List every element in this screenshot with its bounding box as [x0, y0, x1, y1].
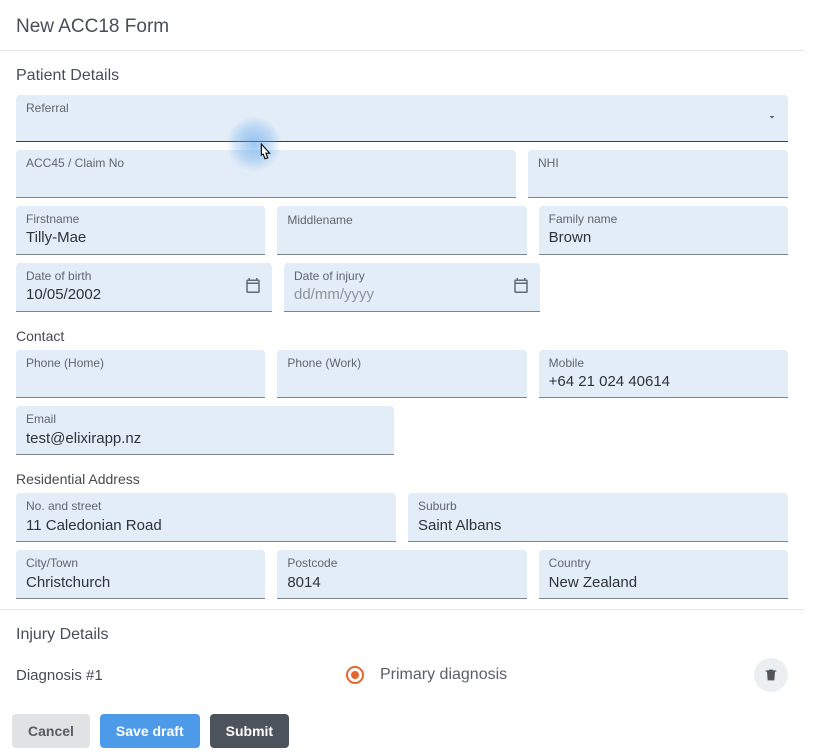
- calendar-icon: [512, 276, 530, 297]
- nhi-field[interactable]: NHI: [528, 150, 788, 197]
- referral-label: Referral: [26, 101, 778, 115]
- email-label: Email: [26, 412, 384, 426]
- cancel-button[interactable]: Cancel: [12, 714, 90, 748]
- acc45-value: [26, 173, 506, 191]
- primary-diagnosis-radio[interactable]: [346, 666, 364, 684]
- street-value: 11 Caledonian Road: [26, 516, 386, 536]
- email-value: test@elixirapp.nz: [26, 429, 384, 449]
- dob-field[interactable]: Date of birth 10/05/2002: [16, 263, 272, 312]
- email-field[interactable]: Email test@elixirapp.nz: [16, 406, 394, 455]
- doi-label: Date of injury: [294, 269, 530, 283]
- submit-button[interactable]: Submit: [210, 714, 289, 748]
- postcode-label: Postcode: [287, 556, 516, 570]
- delete-diagnosis-button[interactable]: [754, 658, 788, 692]
- familyname-value: Brown: [549, 228, 778, 248]
- footer-actions: Cancel Save draft Submit: [0, 706, 804, 756]
- street-label: No. and street: [26, 499, 386, 513]
- country-label: Country: [549, 556, 778, 570]
- section-injury-details: Injury Details: [16, 610, 788, 654]
- street-field[interactable]: No. and street 11 Caledonian Road: [16, 493, 396, 542]
- acc45-field[interactable]: ACC45 / Claim No: [16, 150, 516, 197]
- phone-work-field[interactable]: Phone (Work): [277, 350, 526, 399]
- primary-diagnosis-label: Primary diagnosis: [380, 666, 507, 684]
- suburb-label: Suburb: [418, 499, 778, 513]
- middlename-value: [287, 229, 516, 247]
- phone-work-value: [287, 373, 516, 391]
- familyname-label: Family name: [549, 212, 778, 226]
- trash-icon: [763, 667, 779, 683]
- firstname-field[interactable]: Firstname Tilly-Mae: [16, 206, 265, 255]
- referral-dropdown[interactable]: Referral: [16, 95, 788, 142]
- familyname-field[interactable]: Family name Brown: [539, 206, 788, 255]
- mobile-value: +64 21 024 40614: [549, 372, 778, 392]
- phone-home-label: Phone (Home): [26, 356, 255, 370]
- firstname-label: Firstname: [26, 212, 255, 226]
- mobile-field[interactable]: Mobile +64 21 024 40614: [539, 350, 788, 399]
- middlename-label: Middlename: [287, 213, 516, 227]
- referral-value: [26, 117, 778, 135]
- phone-work-label: Phone (Work): [287, 356, 516, 370]
- suburb-field[interactable]: Suburb Saint Albans: [408, 493, 788, 542]
- calendar-icon: [244, 276, 262, 297]
- diagnosis-heading: Diagnosis #1: [16, 667, 336, 684]
- postcode-value: 8014: [287, 573, 516, 593]
- firstname-value: Tilly-Mae: [26, 228, 255, 248]
- postcode-field[interactable]: Postcode 8014: [277, 550, 526, 599]
- form-scroll-area[interactable]: New ACC18 Form Patient Details Referral …: [0, 0, 804, 756]
- phone-home-value: [26, 373, 255, 391]
- acc45-label: ACC45 / Claim No: [26, 156, 506, 170]
- nhi-label: NHI: [538, 156, 778, 170]
- suburb-value: Saint Albans: [418, 516, 778, 536]
- doi-placeholder: dd/mm/yyyy: [294, 285, 530, 305]
- save-draft-button[interactable]: Save draft: [100, 714, 200, 748]
- doi-field[interactable]: Date of injury dd/mm/yyyy: [284, 263, 540, 312]
- country-value: New Zealand: [549, 573, 778, 593]
- country-field[interactable]: Country New Zealand: [539, 550, 788, 599]
- city-field[interactable]: City/Town Christchurch: [16, 550, 265, 599]
- nhi-value: [538, 173, 778, 191]
- phone-home-field[interactable]: Phone (Home): [16, 350, 265, 399]
- chevron-down-icon: [766, 110, 778, 126]
- dob-label: Date of birth: [26, 269, 262, 283]
- section-patient-details: Patient Details: [16, 51, 788, 95]
- form-title: New ACC18 Form: [16, 0, 788, 50]
- mobile-label: Mobile: [549, 356, 778, 370]
- city-value: Christchurch: [26, 573, 255, 593]
- city-label: City/Town: [26, 556, 255, 570]
- dob-value: 10/05/2002: [26, 285, 262, 305]
- section-contact: Contact: [16, 320, 788, 350]
- section-residential-address: Residential Address: [16, 463, 788, 493]
- middlename-field[interactable]: Middlename: [277, 206, 526, 255]
